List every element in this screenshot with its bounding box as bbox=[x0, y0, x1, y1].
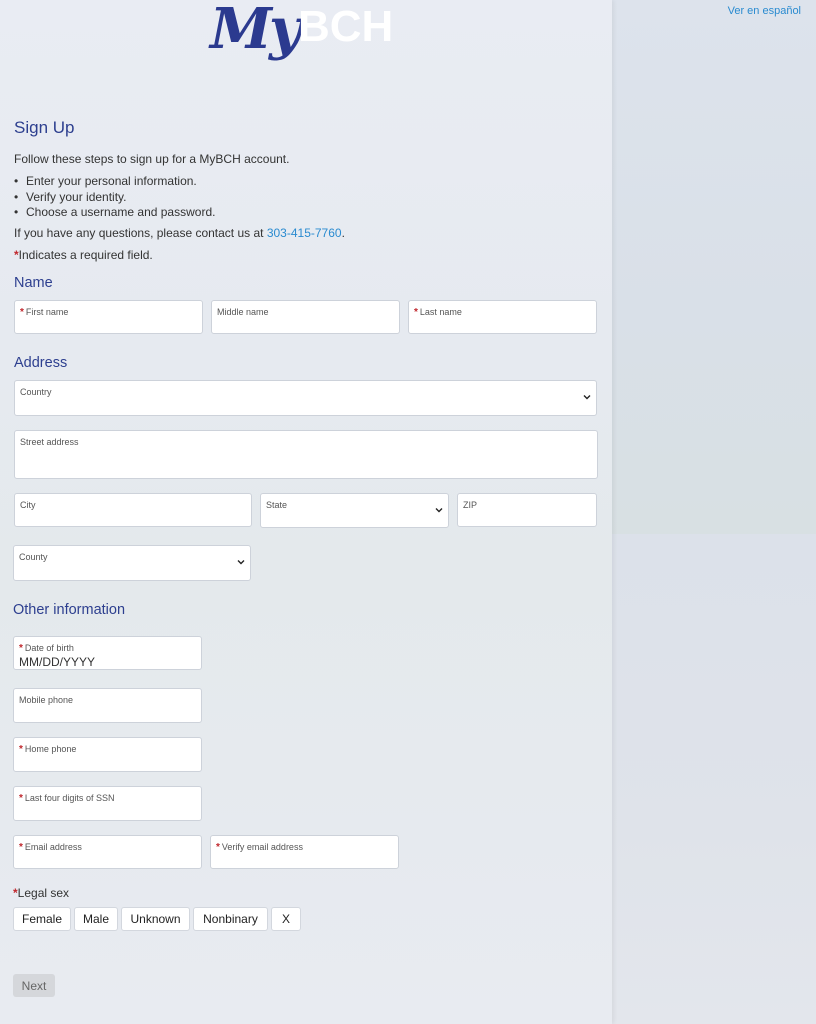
logo-my: My bbox=[210, 0, 302, 62]
mybch-logo: My BCH bbox=[206, 0, 416, 80]
chevron-down-icon bbox=[237, 560, 245, 565]
legal-sex-label: *Legal sex bbox=[13, 886, 70, 900]
country-select[interactable]: Country bbox=[14, 380, 597, 416]
section-heading-other: Other information bbox=[13, 602, 126, 618]
list-item: • Enter your personal information. bbox=[14, 174, 197, 188]
zip-field[interactable]: ZIP bbox=[457, 493, 597, 527]
intro-text: Follow these steps to sign up for a MyBC… bbox=[14, 152, 290, 166]
street-address-field[interactable]: Street address bbox=[14, 430, 598, 479]
page-title: Sign Up bbox=[14, 118, 75, 137]
logo-bch: BCH bbox=[298, 2, 394, 51]
background-right-lower bbox=[612, 534, 816, 1024]
verify-email-field[interactable]: * Verify email address bbox=[210, 835, 399, 869]
county-select[interactable]: County bbox=[13, 545, 251, 581]
legal-sex-option-x[interactable]: X bbox=[271, 907, 301, 931]
legal-sex-option-male[interactable]: Male bbox=[74, 907, 118, 931]
chevron-down-icon bbox=[435, 507, 443, 512]
dob-placeholder: MM/DD/YYYY bbox=[19, 655, 96, 669]
required-note: *Indicates a required field. bbox=[14, 248, 153, 262]
section-heading-name: Name bbox=[14, 275, 53, 291]
date-of-birth-field[interactable]: * Date of birth MM/DD/YYYY bbox=[13, 636, 202, 670]
ssn-last-four-field[interactable]: * Last four digits of SSN bbox=[13, 786, 202, 821]
next-button[interactable]: Next bbox=[13, 974, 55, 997]
home-phone-field[interactable]: * Home phone bbox=[13, 737, 202, 772]
section-heading-address: Address bbox=[14, 355, 68, 371]
email-field[interactable]: * Email address bbox=[13, 835, 202, 869]
legal-sex-option-unknown[interactable]: Unknown bbox=[121, 907, 190, 931]
last-name-field[interactable]: * Last name bbox=[408, 300, 597, 334]
contact-text: If you have any questions, please contac… bbox=[14, 226, 345, 240]
steps-list: • Enter your personal information. • Verif… bbox=[14, 174, 215, 221]
mobile-phone-field[interactable]: Mobile phone bbox=[13, 688, 202, 723]
legal-sex-option-female[interactable]: Female bbox=[13, 907, 71, 931]
contact-phone-link[interactable]: 303-415-7760 bbox=[267, 226, 342, 240]
chevron-down-icon bbox=[583, 395, 591, 400]
first-name-field[interactable]: * First name bbox=[14, 300, 203, 334]
list-item: • Verify your identity. bbox=[14, 189, 127, 204]
middle-name-field[interactable]: Middle name bbox=[211, 300, 400, 334]
state-select[interactable]: State bbox=[260, 493, 449, 528]
city-field[interactable]: City bbox=[14, 493, 252, 527]
list-item: • Choose a username and password. bbox=[14, 205, 216, 219]
signup-panel: My BCH Sign Up Follow these steps to sig… bbox=[0, 0, 612, 1024]
legal-sex-option-nonbinary[interactable]: Nonbinary bbox=[193, 907, 268, 931]
language-toggle-link[interactable]: Ver en español bbox=[728, 5, 801, 17]
